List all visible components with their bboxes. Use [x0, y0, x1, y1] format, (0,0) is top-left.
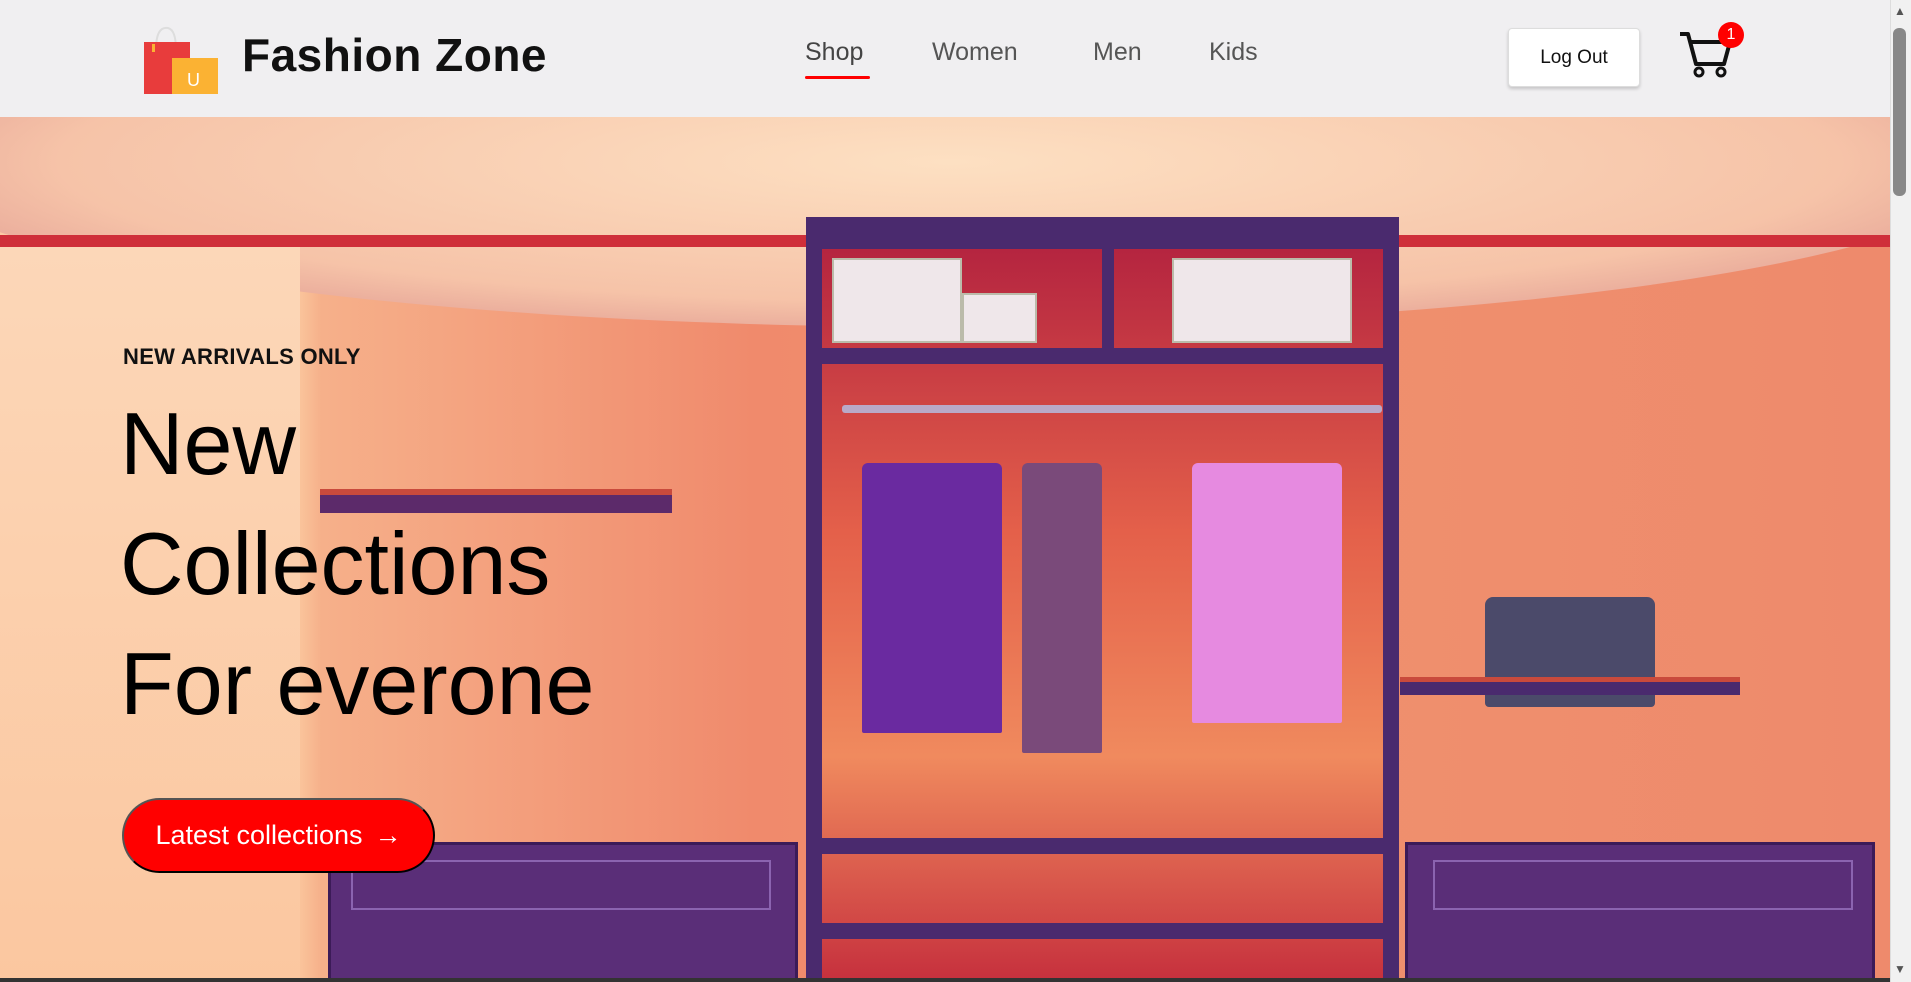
scrollbar-thumb[interactable] — [1893, 28, 1906, 196]
active-nav-underline — [805, 76, 870, 79]
scroll-up-icon[interactable]: ▲ — [1894, 4, 1906, 18]
cart-count-badge: 1 — [1718, 22, 1744, 48]
latest-collections-button[interactable]: Latest collections → — [122, 798, 435, 873]
shopping-bag-logo-icon[interactable]: U — [142, 22, 220, 94]
nav-shop[interactable]: Shop — [805, 38, 863, 67]
hero-eyebrow: NEW ARRIVALS ONLY — [123, 344, 361, 369]
cta-label: Latest collections — [155, 820, 363, 850]
scroll-down-icon[interactable]: ▼ — [1894, 962, 1906, 976]
hero-headline-line-3: For everone — [120, 634, 595, 733]
logout-button[interactable]: Log Out — [1508, 28, 1640, 87]
arrow-right-icon: → — [374, 820, 402, 850]
hero-headline-line-1: New — [120, 394, 297, 493]
svg-text:U: U — [187, 70, 200, 90]
hero-headline-line-2: Collections — [120, 514, 551, 613]
window-bottom-edge — [0, 978, 1890, 982]
brand-name[interactable]: Fashion Zone — [242, 28, 547, 82]
site-header: U Fashion Zone Shop Women Men Kids Log O… — [0, 0, 1890, 117]
nav-women[interactable]: Women — [932, 38, 1018, 67]
nav-kids[interactable]: Kids — [1209, 38, 1258, 67]
nav-men[interactable]: Men — [1093, 38, 1142, 67]
